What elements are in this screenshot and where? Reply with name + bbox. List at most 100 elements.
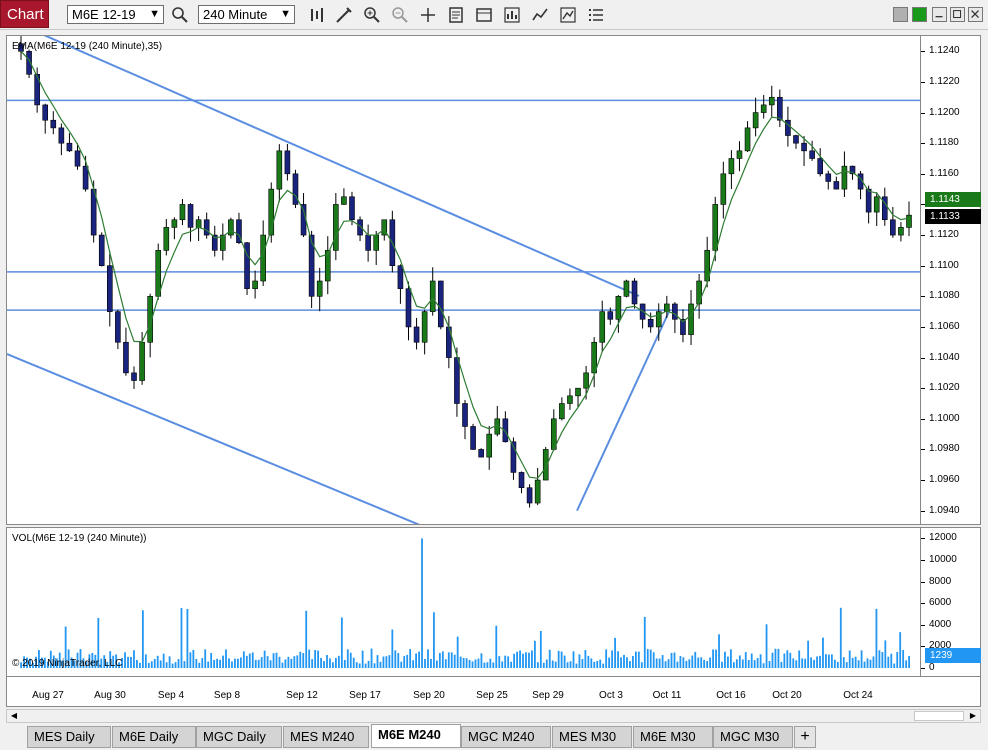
volume-bar [391, 629, 394, 668]
volume-bar [629, 661, 631, 668]
ema-indicator-label[interactable]: EMA(M6E 12-19 (240 Minute),35) [12, 41, 162, 52]
volume-bar [138, 662, 141, 668]
draw-tool-icon[interactable] [334, 5, 354, 25]
volume-bar [174, 662, 177, 668]
close-button[interactable] [968, 7, 983, 22]
candle-body [123, 341, 129, 374]
chart-style-icon[interactable] [558, 5, 578, 25]
indicators-icon[interactable] [502, 5, 522, 25]
templates-icon[interactable] [474, 5, 494, 25]
volume-bar [721, 661, 723, 668]
crosshair-icon[interactable] [418, 5, 438, 25]
volume-bar [438, 653, 441, 668]
volume-bar [465, 658, 468, 668]
volume-axis[interactable]: 12000 10000 8000 6000 4000 2000 0 1239 [921, 527, 981, 677]
volume-bar [418, 651, 420, 668]
volume-bar [141, 610, 144, 668]
volume-bar [272, 653, 275, 668]
volume-axis-label: 10000 [929, 554, 957, 565]
candle-body [599, 311, 606, 343]
tab-mgc-daily[interactable]: MGC Daily [196, 726, 282, 748]
candle-body [195, 219, 202, 228]
volume-chart[interactable] [7, 528, 921, 677]
instrument-link-icon[interactable] [912, 7, 927, 22]
price-axis-label: 1.0980 [929, 443, 960, 455]
scroll-thumb[interactable] [914, 711, 964, 721]
volume-bar [210, 652, 213, 668]
volume-bar [237, 658, 239, 668]
candle-body [825, 173, 832, 182]
chart-title[interactable]: Chart [0, 0, 49, 28]
properties-icon[interactable] [446, 5, 466, 25]
volume-bar [620, 657, 622, 668]
price-panel[interactable]: EMA(M6E 12-19 (240 Minute),35) [6, 35, 921, 525]
candle-body [187, 204, 194, 228]
volume-bar [130, 657, 132, 668]
volume-bar [352, 657, 355, 668]
date-axis[interactable]: Aug 27 Aug 30 Sep 4 Sep 8 Sep 12 Sep 17 Sep 20… [6, 677, 981, 707]
volume-bar [830, 654, 833, 668]
price-axis-label: 1.1040 [929, 351, 960, 363]
candle-body [429, 280, 436, 312]
tab-m6e-m30[interactable]: M6E M30 [633, 726, 713, 748]
tab-mgc-m240[interactable]: MGC M240 [461, 726, 551, 748]
instrument-value: M6E 12-19 [72, 7, 136, 22]
instrument-selector[interactable]: M6E 12-19 ▼ [67, 5, 164, 24]
volume-bar [807, 640, 810, 668]
tab-mes-m30[interactable]: MES M30 [552, 726, 632, 748]
volume-bar [688, 659, 691, 668]
volume-panel[interactable]: VOL(M6E 12-19 (240 Minute)) © 2019 Ninja… [6, 527, 921, 677]
volume-bar [382, 656, 385, 668]
add-tab-icon[interactable]: + [794, 726, 816, 748]
maximize-button[interactable] [950, 7, 965, 22]
candle-body [873, 196, 880, 213]
volume-bar [581, 658, 584, 668]
price-axis-label: 1.0940 [929, 504, 960, 516]
scroll-right-icon[interactable]: ▶ [966, 710, 980, 722]
volume-bar [643, 616, 646, 668]
volume-axis-tick [921, 581, 925, 583]
bar-type-icon[interactable] [308, 5, 328, 25]
horizontal-scrollbar[interactable]: ◀ ▶ [6, 709, 981, 723]
price-axis-label: 1.1200 [929, 106, 960, 118]
tab-mes-m240[interactable]: MES M240 [283, 726, 369, 748]
price-axis-tick [921, 357, 925, 359]
interval-selector[interactable]: 240 Minute ▼ [198, 5, 295, 24]
search-icon[interactable] [170, 5, 190, 25]
volume-bar [572, 651, 575, 668]
volume-bar [335, 657, 337, 668]
price-chart[interactable] [7, 36, 921, 525]
date-axis-label: Oct 16 [716, 690, 746, 701]
volume-bar [727, 656, 729, 668]
tab-m6e-m240[interactable]: M6E M240 [371, 724, 461, 748]
list-icon[interactable] [586, 5, 606, 25]
volume-bar [337, 655, 340, 668]
volume-indicator-label[interactable]: VOL(M6E 12-19 (240 Minute)) [12, 533, 147, 544]
volume-bar [640, 662, 643, 668]
volume-bar [536, 662, 539, 668]
tab-m6e-daily[interactable]: M6E Daily [112, 726, 196, 748]
candle-body [252, 280, 258, 289]
date-axis-label: Oct 3 [599, 690, 623, 701]
tab-mgc-m30[interactable]: MGC M30 [713, 726, 793, 748]
scroll-left-icon[interactable]: ◀ [7, 710, 21, 722]
volume-bar [816, 656, 818, 668]
candle-body [575, 387, 581, 397]
candle-body [518, 472, 525, 489]
candle-body [760, 104, 767, 113]
volume-bar [180, 607, 183, 668]
candle-body [906, 214, 912, 228]
volume-bar [679, 656, 682, 668]
minimize-button[interactable] [932, 7, 947, 22]
volume-bar [195, 658, 198, 668]
volume-bar [234, 658, 236, 668]
candle-body [583, 372, 589, 389]
zoom-out-icon[interactable] [390, 5, 410, 25]
volume-bar [459, 656, 462, 668]
strategies-icon[interactable] [530, 5, 550, 25]
tab-mes-daily[interactable]: MES Daily [27, 726, 111, 748]
link-color-icon[interactable] [893, 7, 908, 22]
zoom-in-icon[interactable] [362, 5, 382, 25]
volume-bar [192, 649, 195, 668]
price-axis[interactable]: 1.12401.12201.12001.11801.11601.11401.11… [921, 35, 981, 525]
